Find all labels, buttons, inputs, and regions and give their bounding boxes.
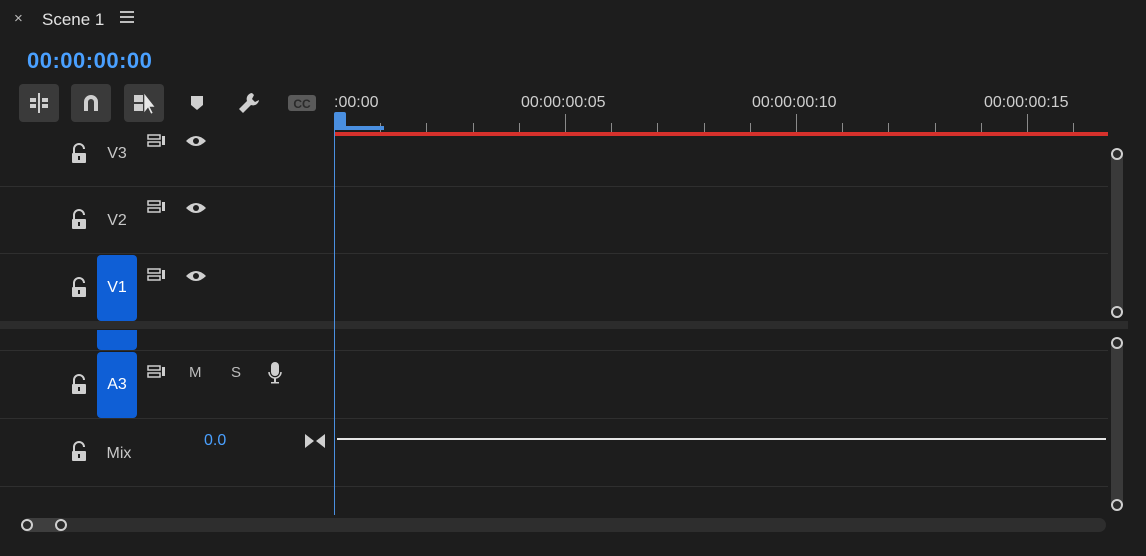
in-out-range[interactable] [340,126,384,130]
source-patch-a[interactable] [97,330,137,350]
snap-button[interactable] [71,84,111,122]
magnet-icon [84,95,98,111]
cc-icon: CC [288,95,316,111]
linked-selection-icon [134,92,156,115]
microphone-icon[interactable] [267,361,283,390]
ruler-tick [750,123,751,132]
sequence-tab-title[interactable]: Scene 1 [42,10,104,30]
track-target-v1[interactable]: V1 [97,255,137,321]
sync-lock-icon[interactable] [147,268,167,287]
go-to-edit-icon[interactable] [304,432,326,455]
track-separator [0,486,1108,487]
svg-text:CC: CC [293,97,311,111]
ruler-tick [519,123,520,132]
ruler-tick [1073,123,1074,132]
eye-icon[interactable] [185,269,207,288]
sync-lock-icon[interactable] [147,200,167,219]
work-area-bar[interactable] [334,132,1108,136]
hamburger-menu-icon[interactable] [120,11,134,25]
track-label-v3[interactable]: V3 [97,145,137,163]
scroll-handle[interactable] [1111,499,1123,511]
wrench-icon [239,93,259,113]
ruler-tick [704,123,705,132]
lock-icon[interactable] [69,143,89,165]
video-vertical-scrollbar[interactable] [1111,150,1123,318]
timeline-zoom-scrollbar[interactable] [22,518,1106,532]
mix-volume-value[interactable]: 0.0 [204,432,226,450]
track-separator [0,350,1108,351]
ruler-tick [888,123,889,132]
scroll-handle[interactable] [1111,337,1123,349]
sync-lock-icon[interactable] [147,134,167,153]
ruler-tick [473,123,474,132]
time-ruler[interactable]: :00:00 00:00:00:05 00:00:00:10 00:00:00:… [334,88,1108,136]
eye-icon[interactable] [185,201,207,220]
playhead-timecode[interactable]: 00:00:00:00 [27,48,152,74]
track-label-mix[interactable]: Mix [99,445,139,463]
ruler-tick [935,123,936,132]
captions-button[interactable]: CC [285,84,319,122]
ruler-tick [981,123,982,132]
scroll-handle[interactable] [1111,306,1123,318]
audio-vertical-scrollbar[interactable] [1111,338,1123,510]
ruler-tick [657,123,658,132]
nest-icon [30,93,48,113]
playhead-line[interactable] [334,130,335,515]
eye-icon[interactable] [185,134,207,153]
lock-icon[interactable] [69,277,89,299]
close-tab-button[interactable]: × [14,10,23,27]
ruler-label: 00:00:00:05 [521,94,606,111]
ruler-tick [796,114,797,132]
ruler-tick [611,123,612,132]
zoom-handle-right[interactable] [55,519,67,531]
ruler-tick [565,114,566,132]
zoom-handle-left[interactable] [21,519,33,531]
scroll-handle[interactable] [1111,148,1123,160]
lock-icon[interactable] [69,209,89,231]
linked-selection-button[interactable] [124,84,164,122]
mute-button[interactable]: M [189,364,202,381]
timeline-settings-button[interactable] [232,84,266,122]
ruler-tick [426,123,427,132]
sync-lock-icon[interactable] [147,365,167,384]
track-separator [0,418,1108,419]
add-marker-button[interactable] [180,84,214,122]
video-audio-divider[interactable] [0,321,1128,329]
marker-icon [191,96,203,110]
solo-button[interactable]: S [231,364,241,381]
track-separator [0,253,1108,254]
ruler-label: 00:00:00:10 [752,94,837,111]
track-target-a3[interactable]: A3 [97,352,137,418]
ruler-tick [1027,114,1028,132]
insert-nest-button[interactable] [19,84,59,122]
ruler-label: 00:00:00:15 [984,94,1069,111]
lock-icon[interactable] [69,441,89,463]
ruler-label: :00:00 [334,94,379,111]
track-separator [0,186,1108,187]
track-label-v2[interactable]: V2 [97,212,137,230]
lock-icon[interactable] [69,374,89,396]
ruler-tick [842,123,843,132]
mix-volume-line[interactable] [337,438,1106,440]
